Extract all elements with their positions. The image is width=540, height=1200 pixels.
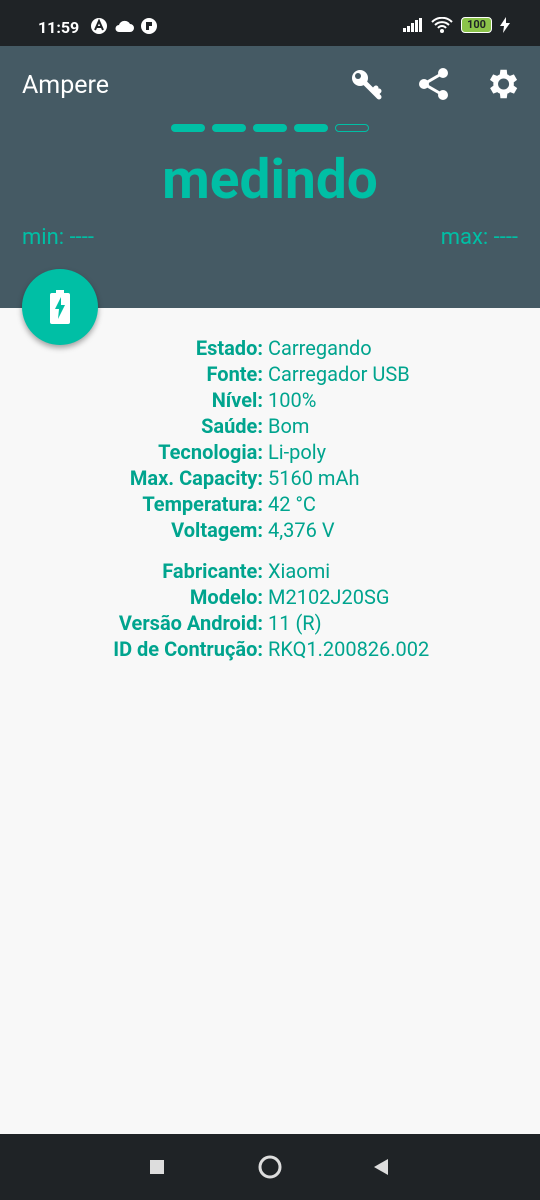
info-label: Fabricante:	[162, 559, 263, 583]
status-time: 11:59	[38, 18, 80, 37]
max-value: max: ----	[440, 225, 518, 250]
info-label: Saúde:	[201, 414, 263, 438]
progress-dash	[335, 124, 369, 132]
info-value: 42 °C	[268, 492, 316, 516]
info-row: Modelo: M2102J20SG	[0, 584, 540, 610]
battery-info: Estado: Carregando Fonte: Carregador USB Nív…	[0, 335, 540, 662]
info-value: Carregador USB	[268, 362, 410, 386]
measurement-progress	[171, 124, 369, 132]
info-row: Tecnologia: Li-poly	[0, 439, 540, 465]
info-value: Carregando	[268, 336, 372, 360]
info-label: Estado:	[195, 336, 263, 360]
app-badge-icon	[141, 18, 157, 34]
info-value: RKQ1.200826.002	[268, 637, 430, 661]
info-value: 11 (R)	[268, 611, 322, 635]
info-row: Nível: 100%	[0, 387, 540, 413]
app-a-icon	[91, 18, 107, 34]
info-row: Fonte: Carregador USB	[0, 361, 540, 387]
info-value: Xiaomi	[268, 559, 331, 583]
charging-bolt-icon	[500, 17, 510, 33]
info-row: Temperatura: 42 °C	[0, 491, 540, 517]
toolbar-actions	[346, 64, 522, 104]
key-button[interactable]	[346, 64, 386, 104]
min-value: min: ----	[22, 225, 94, 250]
gear-icon	[489, 69, 518, 99]
info-row: ID de Contrução: RKQ1.200826.002	[0, 636, 540, 662]
battery-fab-button[interactable]	[22, 269, 98, 345]
wifi-icon	[431, 17, 453, 33]
info-label: Tecnologia:	[158, 440, 263, 464]
share-icon	[419, 68, 448, 100]
home-button[interactable]	[255, 1152, 285, 1182]
back-triangle-icon	[374, 1159, 388, 1175]
battery-indicator: 100	[461, 17, 492, 33]
info-value: M2102J20SG	[268, 585, 390, 609]
battery-charging-icon	[50, 290, 70, 324]
info-row: Versão Android: 11 (R)	[0, 610, 540, 636]
info-value: 4,376 V	[268, 518, 335, 542]
cloud-icon	[115, 20, 134, 32]
key-icon	[352, 70, 382, 100]
info-value: 100%	[268, 388, 317, 412]
app-title: Ampere	[22, 71, 110, 100]
info-label: Max. Capacity:	[129, 466, 263, 490]
progress-dash	[171, 124, 205, 132]
back-button[interactable]	[366, 1152, 396, 1182]
navigation-bar	[0, 1134, 540, 1200]
info-label: Modelo:	[189, 585, 263, 609]
recents-button[interactable]	[142, 1152, 172, 1182]
status-bar: 11:59 100	[0, 0, 540, 46]
info-label: Fonte:	[206, 362, 263, 386]
info-row: Max. Capacity: 5160 mAh	[0, 465, 540, 491]
system-icons: 100	[403, 17, 510, 33]
square-icon	[150, 1160, 164, 1174]
info-value: Bom	[268, 414, 310, 438]
info-label: Temperatura:	[142, 492, 263, 516]
share-button[interactable]	[414, 64, 454, 104]
info-value: Li-poly	[268, 440, 327, 464]
progress-dash	[294, 124, 328, 132]
info-label: Voltagem:	[171, 518, 263, 542]
notification-icons	[90, 17, 158, 35]
info-value: 5160 mAh	[268, 466, 360, 490]
progress-dash	[253, 124, 287, 132]
info-label: Versão Android:	[118, 611, 263, 635]
info-row: Saúde: Bom	[0, 413, 540, 439]
progress-dash	[212, 124, 246, 132]
signal-icon	[403, 18, 423, 32]
info-row: Fabricante: Xiaomi	[0, 558, 540, 584]
info-label: Nível:	[211, 388, 263, 412]
info-row: Estado: Carregando	[0, 335, 540, 361]
measuring-status: medindo	[162, 148, 378, 212]
settings-button[interactable]	[482, 64, 522, 104]
circle-icon	[258, 1155, 282, 1179]
info-row: Voltagem: 4,376 V	[0, 517, 540, 543]
info-label: ID de Contrução:	[113, 637, 263, 661]
